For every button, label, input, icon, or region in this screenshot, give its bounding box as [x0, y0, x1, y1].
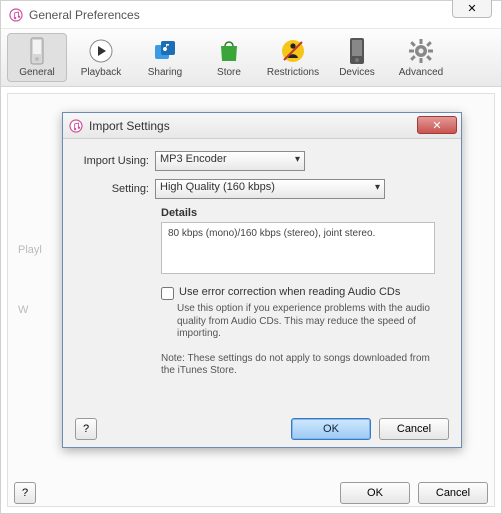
play-icon: [87, 37, 115, 65]
devices-icon: [343, 37, 371, 65]
details-box: 80 kbps (mono)/160 kbps (stereo), joint …: [161, 222, 435, 274]
cancel-button[interactable]: Cancel: [418, 482, 488, 504]
import-using-label: Import Using:: [77, 155, 155, 167]
tab-label: Advanced: [399, 67, 443, 78]
tab-advanced[interactable]: Advanced: [391, 33, 451, 82]
setting-select[interactable]: High Quality (160 kbps): [155, 179, 385, 199]
tab-label: Sharing: [148, 67, 182, 78]
dialog-ok-button[interactable]: OK: [291, 418, 371, 440]
details-label: Details: [161, 207, 447, 219]
close-icon: ✕: [432, 119, 441, 132]
tab-label: General: [19, 67, 55, 78]
tab-restrictions[interactable]: Restrictions: [263, 33, 323, 82]
dialog-titlebar: Import Settings ✕: [63, 113, 461, 139]
window-titlebar: General Preferences: [1, 1, 501, 29]
dialog-close-button[interactable]: ✕: [417, 116, 457, 134]
tab-label: Playback: [81, 67, 122, 78]
import-using-select[interactable]: MP3 Encoder: [155, 151, 305, 171]
sharing-icon: [151, 37, 179, 65]
tab-store[interactable]: Store: [199, 33, 259, 82]
background-label-w: W: [18, 304, 28, 316]
setting-label: Setting:: [77, 183, 155, 195]
dialog-body: Import Using: MP3 Encoder Setting: High …: [63, 139, 461, 411]
error-correction-hint: Use this option if you experience proble…: [177, 303, 441, 341]
general-icon: [23, 37, 51, 65]
ok-button[interactable]: OK: [340, 482, 410, 504]
preferences-toolbar: General Playback Sharing Store Restricti…: [1, 29, 501, 87]
dialog-help-button[interactable]: ?: [75, 418, 97, 440]
itunes-icon: [9, 8, 23, 22]
setting-value: High Quality (160 kbps): [160, 181, 275, 193]
tab-label: Restrictions: [267, 67, 319, 78]
settings-note: Note: These settings do not apply to son…: [161, 353, 439, 378]
tab-label: Devices: [339, 67, 375, 78]
itunes-icon: [69, 119, 83, 133]
import-using-value: MP3 Encoder: [160, 153, 227, 165]
dialog-cancel-button[interactable]: Cancel: [379, 418, 449, 440]
gear-icon: [407, 37, 435, 65]
tab-general[interactable]: General: [7, 33, 67, 82]
dialog-footer: ? OK Cancel: [63, 411, 461, 447]
store-icon: [215, 37, 243, 65]
import-settings-dialog: Import Settings ✕ Import Using: MP3 Enco…: [62, 112, 462, 448]
window-title: General Preferences: [29, 8, 140, 22]
tab-devices[interactable]: Devices: [327, 33, 387, 82]
dialog-title: Import Settings: [89, 119, 170, 133]
window-close-button[interactable]: ✕: [452, 0, 492, 18]
close-icon: ✕: [467, 2, 476, 15]
tab-label: Store: [217, 67, 241, 78]
help-button[interactable]: ?: [14, 482, 36, 504]
restrictions-icon: [279, 37, 307, 65]
error-correction-label: Use error correction when reading Audio …: [179, 286, 400, 298]
background-label-playlists: Playl: [18, 244, 42, 256]
error-correction-checkbox[interactable]: [161, 287, 174, 300]
tab-playback[interactable]: Playback: [71, 33, 131, 82]
tab-sharing[interactable]: Sharing: [135, 33, 195, 82]
